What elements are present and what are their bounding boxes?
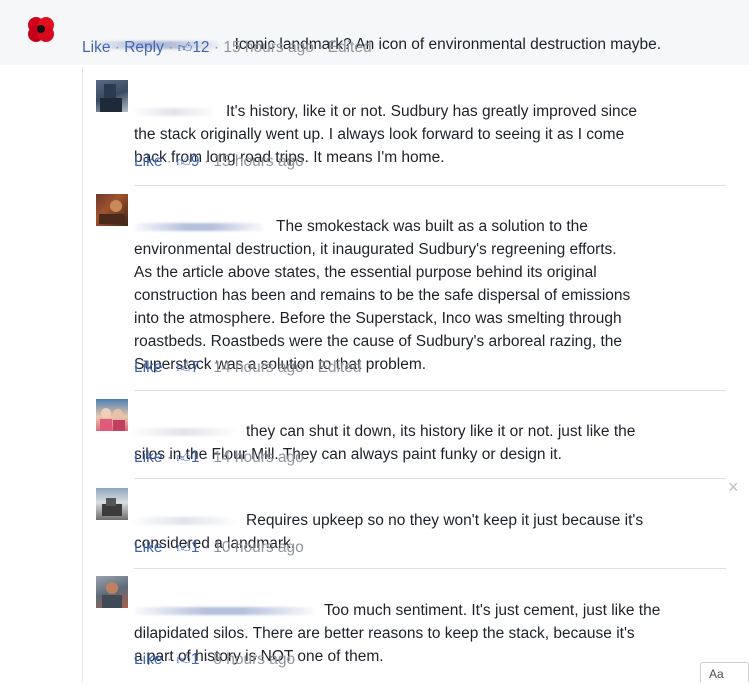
like-link[interactable]: Like (134, 651, 162, 668)
timestamp[interactable]: 15 hours ago (213, 153, 304, 170)
timestamp[interactable]: 14 hours ago (213, 449, 304, 466)
timestamp[interactable]: 8 hours ago (213, 651, 295, 668)
like-count[interactable]: 12 (192, 39, 209, 56)
like-count[interactable]: 7 (191, 359, 200, 376)
reply-link[interactable]: Reply (124, 39, 164, 56)
divider (134, 478, 726, 479)
edited-label[interactable]: Edited (328, 39, 372, 56)
commenter-avatar[interactable] (96, 80, 128, 112)
thumbs-up-icon[interactable]: 👍︎ (178, 39, 193, 55)
like-count[interactable]: 9 (191, 153, 200, 170)
user-avatar (102, 498, 122, 516)
like-count[interactable]: 1 (191, 539, 200, 556)
redacted-author-name (134, 107, 214, 116)
divider (134, 185, 726, 186)
like-link[interactable]: Like (134, 539, 162, 556)
comment-meta: Like · 👍︎1 · 14 hours ago (134, 449, 304, 466)
commenter-avatar[interactable] (96, 194, 128, 226)
like-link[interactable]: Like (82, 39, 110, 56)
user-avatar (99, 200, 125, 224)
comment-meta: Like · 👍︎1 · 8 hours ago (134, 651, 296, 668)
like-count[interactable]: 1 (191, 651, 200, 668)
like-link[interactable]: Like (134, 449, 162, 466)
thumbs-up-icon[interactable]: 👍︎ (176, 449, 191, 465)
divider (134, 568, 726, 569)
redacted-author-name (134, 606, 314, 615)
comment-meta: Like · 👍︎7 · 14 hours ago · Edited (134, 359, 362, 376)
redacted-author-name (134, 222, 264, 231)
comment-meta: Like · Reply · 👍︎12 · 15 hours ago · Edi… (82, 39, 372, 56)
close-icon[interactable]: × (728, 476, 739, 499)
user-avatar (100, 84, 122, 112)
user-avatar (102, 582, 122, 608)
commenter-avatar[interactable] (25, 13, 57, 45)
commenter-avatar[interactable] (96, 576, 128, 608)
comment-meta: Like · 👍︎9 · 15 hours ago (134, 153, 304, 170)
poppy-icon (28, 17, 54, 42)
redacted-author-name (134, 516, 234, 525)
like-link[interactable]: Like (134, 153, 162, 170)
timestamp[interactable]: 10 hours ago (213, 539, 304, 556)
timestamp[interactable]: 14 hours ago (213, 359, 304, 376)
thumbs-up-icon[interactable]: 👍︎ (176, 359, 191, 375)
comment-text: The smokestack was built as a solution t… (134, 218, 631, 373)
like-link[interactable]: Like (134, 359, 162, 376)
reply-thread-line (82, 67, 83, 682)
divider (134, 390, 726, 391)
commenter-avatar[interactable] (96, 399, 128, 431)
thumbs-up-icon[interactable]: 👍︎ (176, 651, 191, 667)
edited-label[interactable]: Edited (318, 359, 362, 376)
text-format-button[interactable]: Aa (700, 662, 749, 682)
comment-meta: Like · 👍︎1 · 10 hours ago (134, 539, 304, 556)
commenter-avatar[interactable] (96, 488, 128, 520)
like-count[interactable]: 1 (191, 449, 200, 466)
thumbs-up-icon[interactable]: 👍︎ (176, 539, 191, 555)
thumbs-up-icon[interactable]: 👍︎ (176, 153, 191, 169)
user-avatar (100, 408, 125, 431)
timestamp[interactable]: 15 hours ago (223, 39, 314, 56)
redacted-author-name (134, 427, 234, 436)
